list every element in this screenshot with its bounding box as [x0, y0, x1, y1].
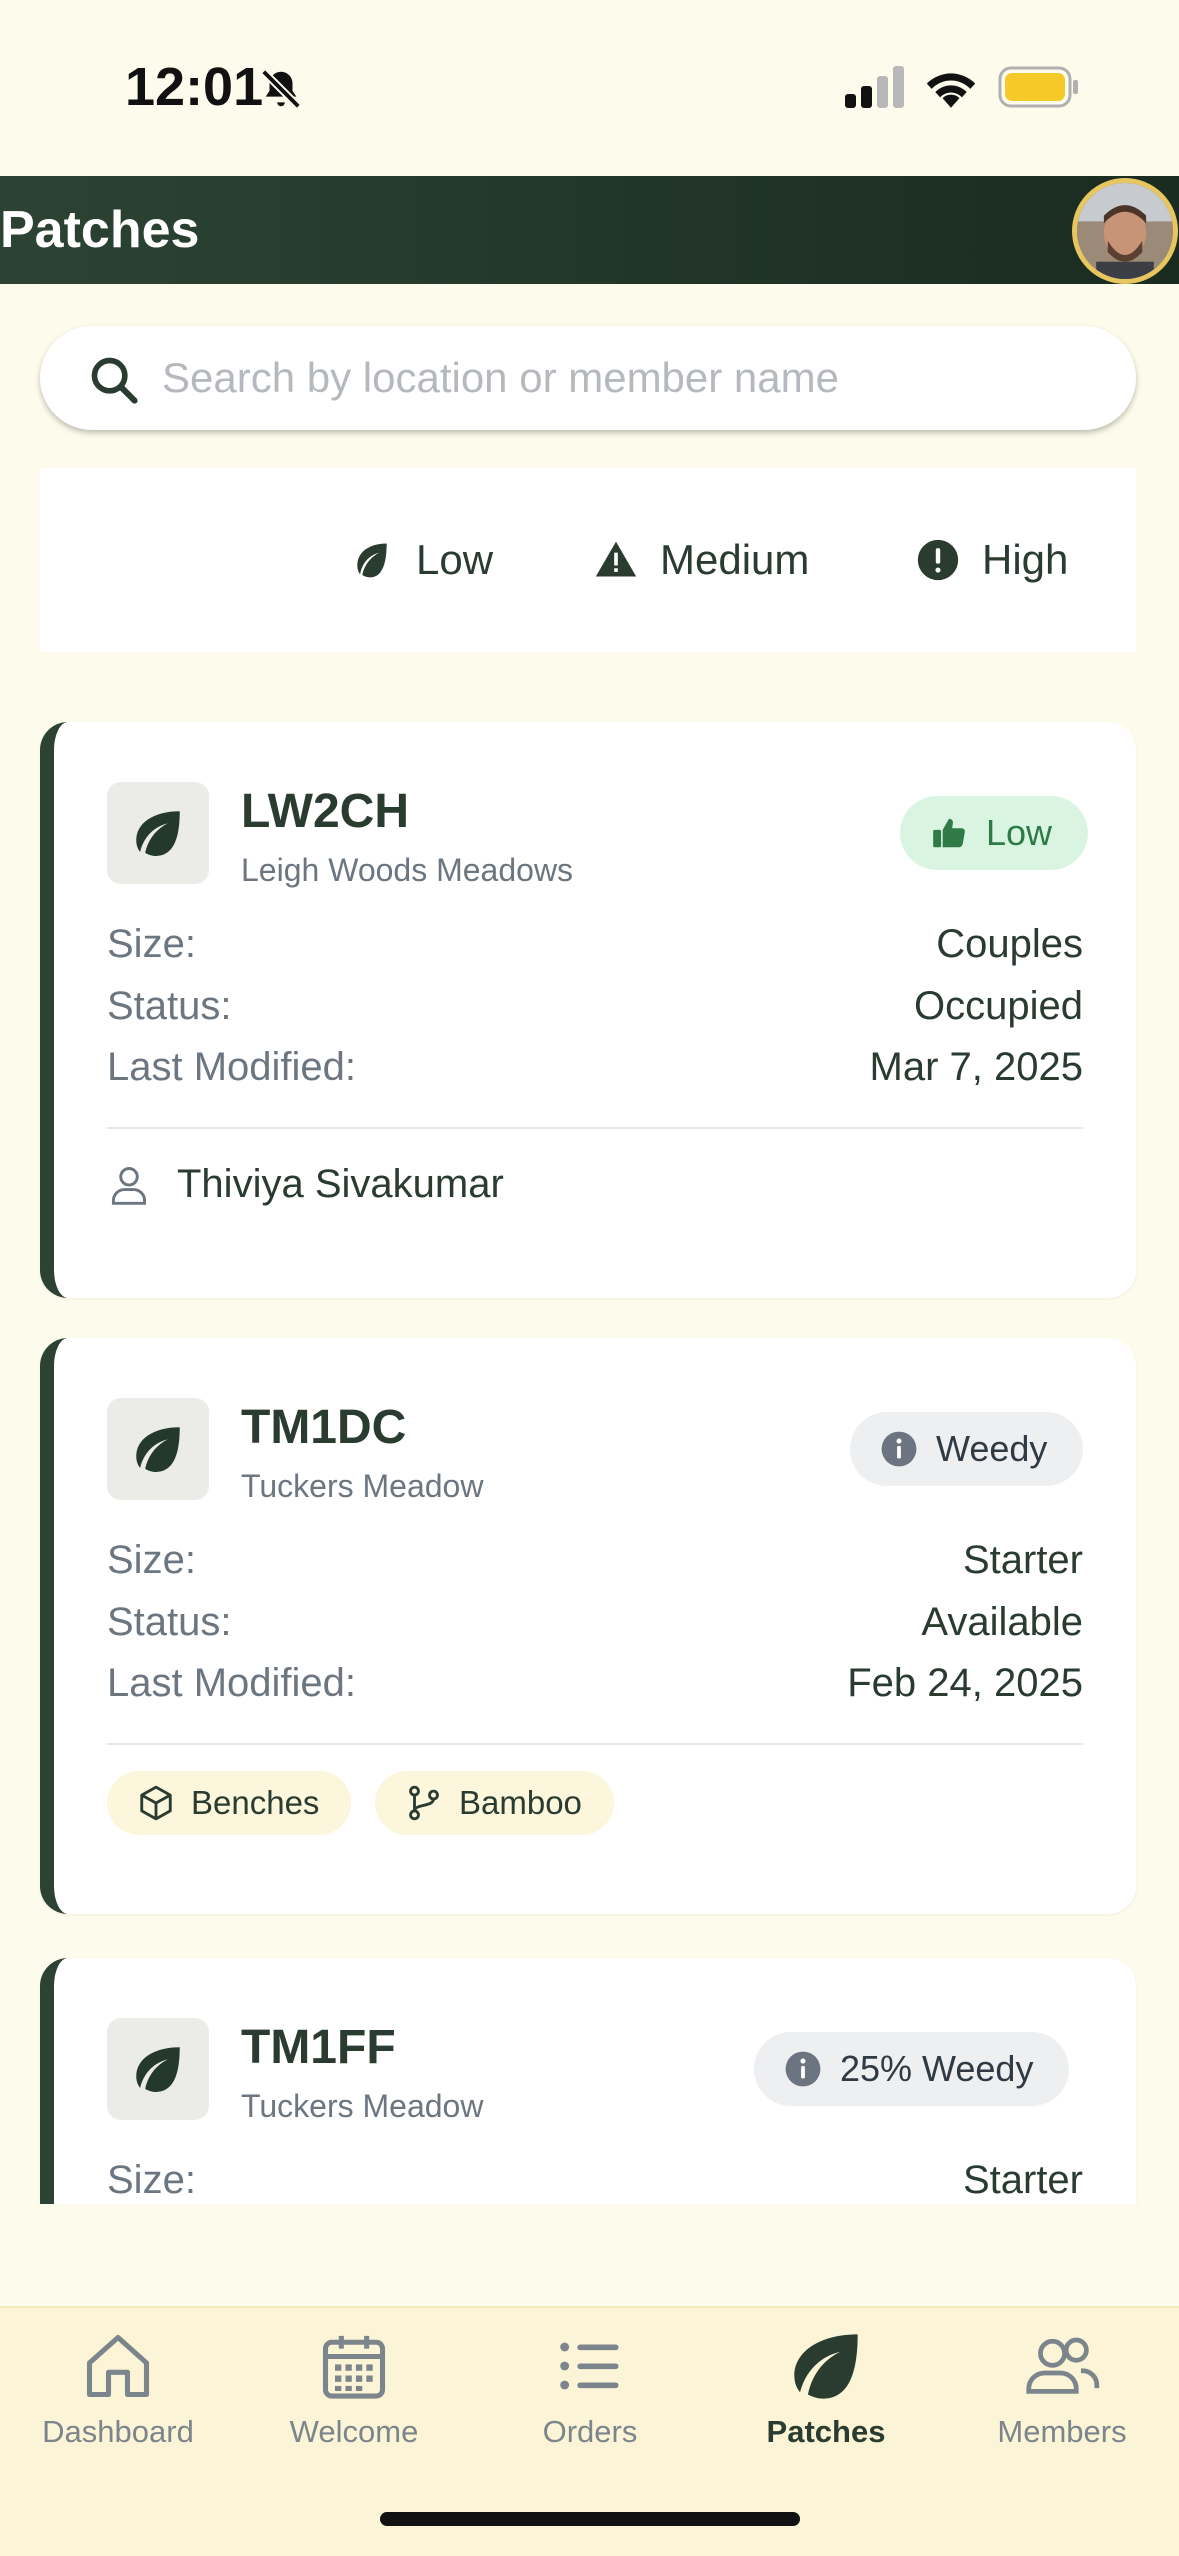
cube-icon	[140, 1785, 172, 1821]
condition-badge: 25% Weedy	[754, 2032, 1070, 2106]
leaf-icon	[136, 1427, 180, 1472]
tag-label: Bamboo	[459, 1784, 582, 1821]
size-row: Size: Starter	[107, 1538, 1083, 1594]
condition-badge-label: Weedy	[936, 1428, 1048, 1469]
tab-label: Dashboard	[42, 2414, 194, 2449]
status-label: Status:	[107, 1600, 232, 1644]
status-value: Available	[921, 1600, 1083, 1644]
exclamation-circle-icon	[917, 539, 959, 581]
size-value: Couples	[936, 922, 1083, 966]
info-icon	[785, 2051, 821, 2087]
branch-icon	[409, 1785, 439, 1821]
last-modified-value: Feb 24, 2025	[847, 1661, 1083, 1705]
tab-patches[interactable]: Patches	[708, 2328, 944, 2498]
patch-icon-box	[107, 1398, 209, 1500]
search-box[interactable]	[40, 326, 1136, 430]
tab-label: Welcome	[289, 2414, 419, 2449]
tab-orders[interactable]: Orders	[472, 2328, 708, 2498]
tab-dashboard[interactable]: Dashboard	[0, 2328, 236, 2498]
priority-filter-bar: Low Medium High	[40, 468, 1136, 652]
divider	[107, 1127, 1083, 1129]
home-indicator	[380, 2512, 800, 2526]
search-icon	[91, 357, 138, 404]
tab-label: Patches	[766, 2414, 886, 2449]
warning-triangle-icon	[595, 541, 637, 577]
filter-high[interactable]: High	[916, 528, 1068, 592]
tab-members[interactable]: Members	[944, 2328, 1179, 2498]
size-row: Size: Starter	[107, 2158, 1083, 2204]
patch-card[interactable]: TM1FF Tuckers Meadow 25% Weedy Size: Sta…	[40, 1958, 1136, 2204]
wifi-icon	[926, 73, 976, 108]
patch-code: TM1FF	[241, 2021, 396, 2074]
page-title: Patches	[0, 201, 200, 259]
calendar-icon	[322, 2335, 386, 2399]
last-modified-row: Last Modified: Mar 7, 2025	[107, 1045, 1083, 1101]
status-label: Status:	[107, 984, 232, 1028]
patch-card[interactable]: LW2CH Leigh Woods Meadows Low Size: Coup…	[40, 722, 1136, 1298]
signal-icon	[845, 66, 904, 108]
last-modified-label: Last Modified:	[107, 1661, 357, 1705]
patch-list[interactable]: LW2CH Leigh Woods Meadows Low Size: Coup…	[0, 690, 1179, 2204]
tab-label: Members	[997, 2414, 1127, 2449]
tab-welcome[interactable]: Welcome	[236, 2328, 472, 2498]
home-icon	[86, 2334, 150, 2398]
person-icon	[111, 1166, 147, 1205]
status-bar: 12:01	[0, 0, 1179, 176]
tab-label: Orders	[542, 2414, 638, 2449]
status-row: Status: Available	[107, 1600, 1083, 1656]
list-icon	[560, 2342, 619, 2390]
avatar[interactable]	[1072, 178, 1178, 284]
patch-card[interactable]: TM1DC Tuckers Meadow Weedy Size: Starter…	[40, 1338, 1136, 1914]
last-modified-label: Last Modified:	[107, 1045, 357, 1089]
condition-badge: Weedy	[850, 1412, 1084, 1486]
leaf-icon	[136, 811, 180, 856]
last-modified-row: Last Modified: Feb 24, 2025	[107, 1661, 1083, 1717]
feature-tag-benches[interactable]: Benches	[107, 1771, 352, 1835]
leaf-icon	[794, 2334, 858, 2399]
filter-low-label: Low	[416, 536, 494, 583]
size-value: Starter	[962, 2158, 1083, 2202]
patch-location: Leigh Woods Meadows	[241, 852, 574, 888]
size-label: Size:	[107, 1538, 196, 1582]
patch-location: Tuckers Meadow	[241, 1468, 484, 1504]
patch-icon-box	[107, 782, 209, 884]
info-icon	[881, 1431, 917, 1467]
tag-label: Benches	[191, 1784, 320, 1821]
divider	[107, 1743, 1083, 1745]
app-header: Patches	[0, 176, 1179, 284]
size-label: Size:	[107, 922, 196, 966]
avatar-photo	[1077, 183, 1173, 279]
member-row[interactable]: Thiviya Sivakumar	[107, 1162, 504, 1207]
last-modified-value: Mar 7, 2025	[869, 1045, 1083, 1089]
patch-code: TM1DC	[241, 1401, 407, 1454]
leaf-icon	[136, 2047, 180, 2092]
patch-icon-box	[107, 2018, 209, 2120]
member-name: Thiviya Sivakumar	[177, 1162, 504, 1206]
filter-low[interactable]: Low	[350, 528, 493, 592]
size-row: Size: Couples	[107, 922, 1083, 978]
size-label: Size:	[107, 2158, 196, 2202]
filter-medium-label: Medium	[660, 536, 810, 583]
filter-high-label: High	[982, 536, 1069, 583]
search-input[interactable]	[162, 344, 1102, 412]
patch-location: Tuckers Meadow	[241, 2088, 484, 2124]
leaf-icon	[357, 543, 387, 578]
condition-badge-label: 25% Weedy	[840, 2048, 1034, 2089]
filter-medium[interactable]: Medium	[594, 528, 809, 592]
patch-code: LW2CH	[241, 785, 409, 838]
status-time: 12:01	[125, 57, 264, 117]
size-value: Starter	[962, 1538, 1083, 1582]
thumbs-up-icon	[933, 818, 965, 848]
status-row: Status: Occupied	[107, 984, 1083, 1040]
feature-tag-bamboo[interactable]: Bamboo	[375, 1771, 614, 1835]
priority-badge: Low	[900, 796, 1089, 870]
battery-icon	[998, 66, 1078, 108]
priority-badge-label: Low	[986, 812, 1053, 853]
status-value: Occupied	[914, 984, 1083, 1028]
members-icon	[1026, 2337, 1100, 2394]
bell-off-icon	[261, 69, 301, 109]
